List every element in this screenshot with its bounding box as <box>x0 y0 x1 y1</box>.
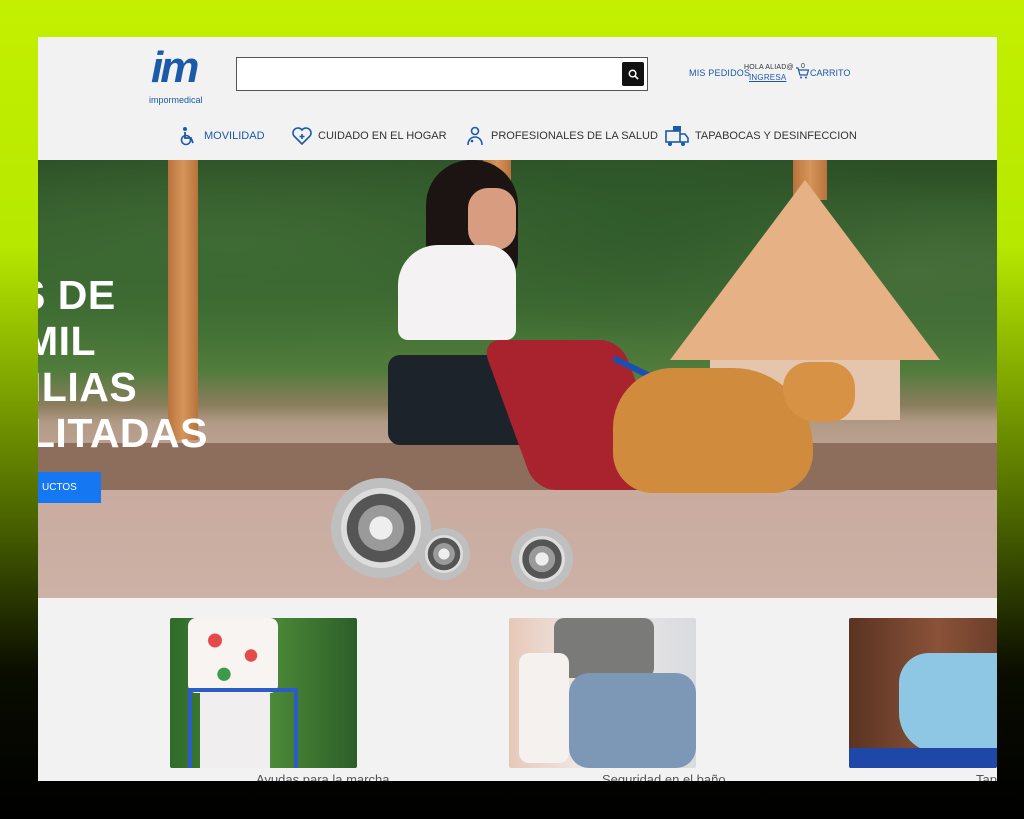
logo-mark: im <box>151 43 199 92</box>
heart-plus-icon <box>292 125 312 147</box>
site-logo[interactable]: im impormedical <box>149 43 209 107</box>
floral-dress <box>188 618 278 693</box>
gray-shirt <box>554 618 654 678</box>
blue-collar <box>849 748 997 768</box>
category-nav: MOVILIDAD CUIDADO EN EL HOGAR PROFESIONA… <box>38 125 997 153</box>
woman-shirt <box>398 245 516 340</box>
category-card-masks[interactable] <box>849 618 997 768</box>
cart-link[interactable]: CARRITO <box>795 67 850 79</box>
hero-banner[interactable]: S DE MIL IILIAS ILITADAS UCTOS <box>38 160 997 598</box>
hero-title-line: S DE <box>38 272 116 318</box>
toilet <box>519 653 569 763</box>
face-mask <box>899 653 997 753</box>
nav-item-cuidado-hogar[interactable]: CUIDADO EN EL HOGAR <box>292 125 447 147</box>
cart-label: CARRITO <box>810 68 851 78</box>
category-card-walking-aids[interactable] <box>170 618 357 768</box>
category-card-bathroom-safety[interactable] <box>509 618 696 768</box>
hero-title-line: MIL <box>38 318 97 364</box>
hut-roof <box>670 180 940 360</box>
golden-retriever-head <box>783 362 855 422</box>
nav-label: MOVILIDAD <box>204 130 265 142</box>
hero-title-line: ILITADAS <box>38 410 209 456</box>
search-icon <box>628 69 639 80</box>
site-header: im impormedical MIS PEDIDOS HOLA ALIAD@ … <box>38 37 997 160</box>
search-input[interactable] <box>237 58 617 90</box>
search-button[interactable] <box>622 62 644 86</box>
hero-title: S DE MIL IILIAS ILITADAS <box>38 272 208 456</box>
hero-products-button[interactable]: UCTOS <box>38 472 101 503</box>
search-bar[interactable] <box>236 57 648 91</box>
login-link[interactable]: INGRESA <box>749 73 786 82</box>
category-label[interactable]: Seguridad en el baño <box>602 772 726 781</box>
category-label[interactable]: Ayudas para la marcha <box>256 772 389 781</box>
wheelchair-wheel <box>418 528 470 580</box>
nav-item-movilidad[interactable]: MOVILIDAD <box>178 125 265 147</box>
product-categories: Ayudas para la marcha Seguridad en el ba… <box>38 598 997 781</box>
walker-frame <box>188 688 298 768</box>
nav-item-profesionales[interactable]: PROFESIONALES DE LA SALUD <box>465 125 658 147</box>
nav-label: PROFESIONALES DE LA SALUD <box>491 130 658 142</box>
wheelchair-wheel <box>511 528 573 590</box>
nav-item-tapabocas[interactable]: TAPABOCAS Y DESINFECCION <box>665 125 857 147</box>
cart-icon <box>796 67 809 79</box>
browser-viewport: im impormedical MIS PEDIDOS HOLA ALIAD@ … <box>38 37 997 781</box>
logo-wordmark: impormedical <box>149 95 203 105</box>
jeans <box>569 673 696 768</box>
doctor-icon <box>465 125 485 147</box>
hero-title-line: IILIAS <box>38 364 138 410</box>
category-label[interactable]: Tap <box>976 772 997 781</box>
woman-face <box>468 188 516 250</box>
my-orders-link[interactable]: MIS PEDIDOS <box>689 68 750 78</box>
nav-label: TAPABOCAS Y DESINFECCION <box>695 130 857 142</box>
wheelchair-wheel <box>331 478 431 578</box>
mask-truck-icon <box>665 125 689 147</box>
nav-label: CUIDADO EN EL HOGAR <box>318 130 447 142</box>
wheelchair-icon <box>178 125 198 147</box>
greeting-text: HOLA ALIAD@ <box>744 64 794 71</box>
